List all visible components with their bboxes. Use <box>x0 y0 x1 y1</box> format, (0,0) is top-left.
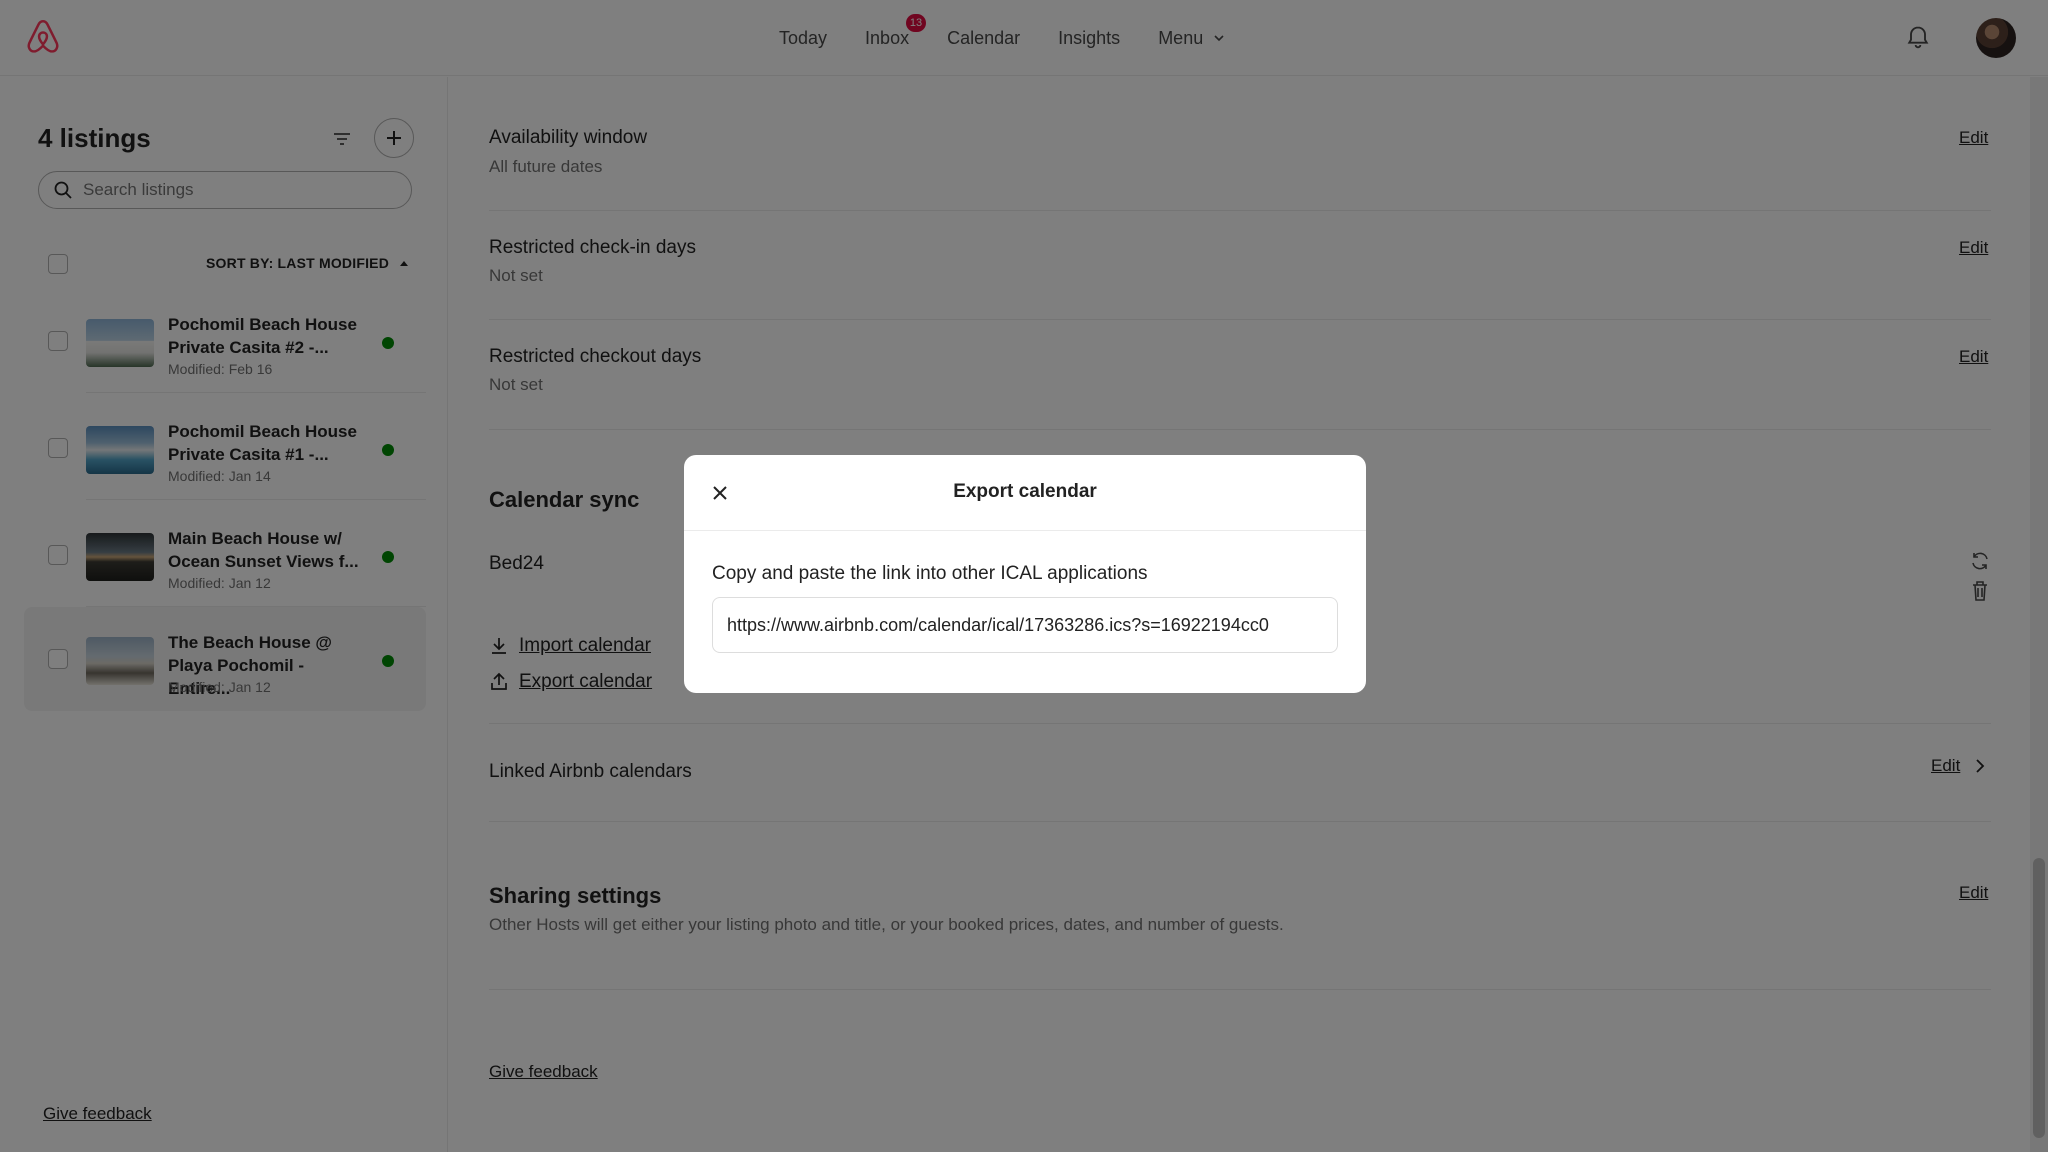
ical-link-field[interactable] <box>712 597 1338 653</box>
dialog-title: Export calendar <box>953 481 1097 502</box>
dialog-description: Copy and paste the link into other ICAL … <box>712 563 1148 584</box>
dialog-header: Export calendar <box>684 455 1366 531</box>
export-calendar-dialog: Export calendar Copy and paste the link … <box>684 455 1366 693</box>
